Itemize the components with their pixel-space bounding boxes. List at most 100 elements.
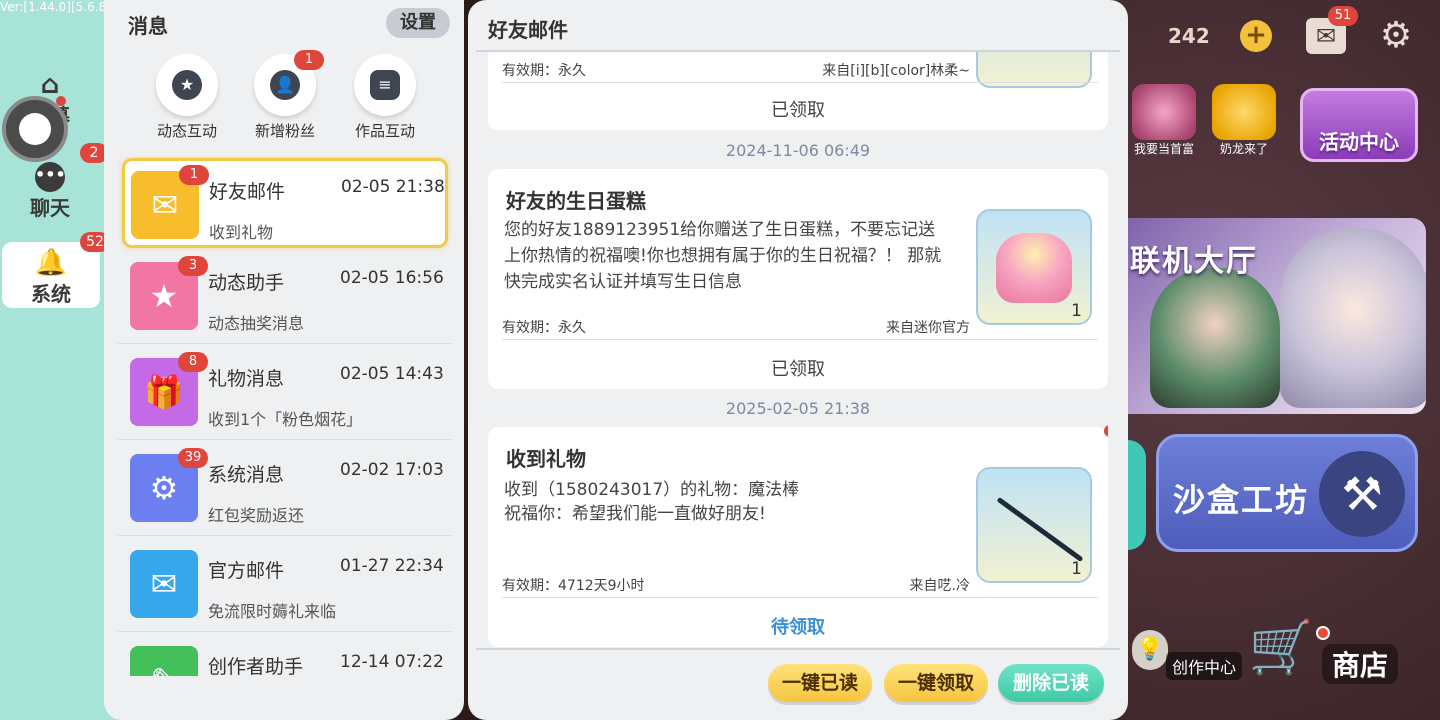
multiplayer-lobby-banner[interactable]: 联机大厅 bbox=[1110, 218, 1426, 414]
claim-all-button[interactable]: 一键领取 bbox=[884, 664, 988, 702]
message-list[interactable]: ✉ 1 好友邮件 02-05 21:38 收到礼物 ★ 3 动态助手 02-05… bbox=[118, 156, 452, 676]
card-from: 来自[i][b][color]林柔~ bbox=[822, 63, 970, 79]
quick-label: 动态互动 bbox=[156, 122, 217, 140]
quick-works-interaction[interactable]: ≡ 作品互动 bbox=[340, 54, 430, 141]
creator-center-label: 创作中心 bbox=[1166, 652, 1242, 680]
shop-label: 商店 bbox=[1322, 644, 1399, 684]
quick-label: 作品互动 bbox=[354, 122, 415, 140]
row-sub: 动态抽奖消息 bbox=[208, 314, 305, 333]
message-row-dynamic-helper[interactable]: ★ 3 动态助手 02-05 16:56 动态抽奖消息 bbox=[118, 248, 452, 344]
shop-button[interactable]: 🛒 商店 bbox=[1246, 610, 1412, 690]
creator-center-button[interactable]: 💡 创作中心 bbox=[1132, 630, 1242, 696]
message-row-gift[interactable]: 🎁 8 礼物消息 02-05 14:43 收到1个「粉色烟花」 bbox=[118, 344, 452, 440]
row-name: 系统消息 bbox=[208, 464, 285, 486]
shop-notification-dot bbox=[1316, 626, 1330, 640]
card-line1: 收到（1580243017）的礼物：魔法棒 bbox=[504, 480, 800, 500]
nav-chat[interactable]: ••• 聊天 bbox=[0, 162, 100, 221]
settings-button[interactable]: 设置 bbox=[386, 8, 450, 38]
claim-status[interactable]: 已领取 bbox=[488, 96, 1108, 122]
nav-system[interactable]: 🔔 系统 bbox=[2, 242, 100, 308]
cart-icon: 🛒 bbox=[1248, 618, 1314, 678]
quick-new-fans[interactable]: 👤 1 新增粉丝 bbox=[240, 50, 330, 141]
bell-icon: 🔔 bbox=[34, 248, 68, 278]
row-badge: 1 bbox=[179, 165, 209, 185]
activity-dragon-image bbox=[1212, 84, 1276, 140]
claim-button[interactable]: 待领取 bbox=[488, 613, 1108, 639]
friend-mail-panel: 好友邮件 有效期：永久 来自[i][b][color]林柔~ 已领取 2024-… bbox=[468, 0, 1128, 720]
activity-dragon[interactable]: 奶龙来了 bbox=[1212, 84, 1276, 157]
bulb-icon: 💡 bbox=[1132, 630, 1168, 670]
new-fans-badge: 1 bbox=[294, 50, 324, 70]
card-text: 您的好友1889123951给你赠送了生日蛋糕，不要忘记送上你热情的祝福噢!你也… bbox=[504, 220, 942, 292]
delete-read-button[interactable]: 删除已读 bbox=[998, 664, 1104, 702]
quick-dynamic-interaction[interactable]: ★ 动态互动 bbox=[142, 54, 232, 141]
message-row-friend-mail[interactable]: ✉ 1 好友邮件 02-05 21:38 收到礼物 bbox=[122, 158, 448, 248]
mail-card-birthday: 好友的生日蛋糕 您的好友1889123951给你赠送了生日蛋糕，不要忘记送上你热… bbox=[488, 169, 1108, 389]
row-time: 02-05 16:56 bbox=[340, 268, 444, 288]
messages-title: 消息 bbox=[128, 14, 168, 38]
divider bbox=[502, 339, 1098, 340]
card-from: 来自迷你官方 bbox=[886, 320, 970, 336]
hammer-icon: ⚒ bbox=[1319, 451, 1405, 537]
row-name: 礼物消息 bbox=[208, 368, 285, 390]
lobby-character-left bbox=[1150, 268, 1280, 408]
home-icon: ⌂ bbox=[40, 70, 60, 100]
card-title: 收到礼物 bbox=[506, 447, 586, 471]
list-icon: ≡ bbox=[370, 70, 400, 100]
row-name: 动态助手 bbox=[208, 272, 285, 294]
add-coins-button[interactable]: + bbox=[1240, 20, 1272, 52]
mailbox-badge: 51 bbox=[1328, 6, 1358, 26]
floating-assist-ball[interactable] bbox=[2, 96, 68, 162]
nav-chat-label: 聊天 bbox=[30, 196, 70, 220]
activity-rich-image bbox=[1132, 84, 1196, 140]
quick-label: 新增粉丝 bbox=[254, 122, 315, 140]
divider bbox=[502, 597, 1098, 598]
gift-qty: 1 bbox=[1071, 559, 1082, 579]
card-title: 好友的生日蛋糕 bbox=[506, 189, 646, 213]
row-badge: 8 bbox=[178, 352, 208, 372]
nav-system-label: 系统 bbox=[31, 282, 71, 306]
divider bbox=[476, 648, 1120, 650]
row-sub: 收到礼物 bbox=[209, 223, 274, 242]
activity-center-button[interactable]: 活动中心 bbox=[1300, 88, 1418, 162]
claim-status[interactable]: 已领取 bbox=[488, 355, 1108, 381]
card-validity: 有效期：4712天9小时 bbox=[502, 578, 645, 594]
row-name: 好友邮件 bbox=[209, 181, 286, 203]
card-from: 来自呓.冷 bbox=[909, 578, 970, 594]
read-all-button[interactable]: 一键已读 bbox=[768, 664, 872, 702]
mail-card-gift: 收到礼物 收到（1580243017）的礼物：魔法棒 祝福你：希望我们能一直做好… bbox=[488, 425, 1108, 647]
chat-bubble-icon: ••• bbox=[35, 162, 66, 192]
row-time: 01-27 22:34 bbox=[340, 556, 444, 576]
mail-card-top: 有效期：永久 来自[i][b][color]林柔~ 已领取 bbox=[488, 52, 1108, 130]
envelope-icon: ✉ bbox=[130, 550, 198, 618]
row-sub: 红包奖励返还 bbox=[208, 506, 305, 525]
row-time: 12-14 07:22 bbox=[340, 652, 444, 672]
row-name: 官方邮件 bbox=[208, 560, 285, 582]
row-time: 02-02 17:03 bbox=[340, 460, 444, 480]
sandbox-label: 沙盒工坊 bbox=[1173, 481, 1310, 519]
card-validity: 有效期：永久 bbox=[502, 63, 586, 79]
settings-gear-icon[interactable]: ⚙ bbox=[1376, 16, 1416, 56]
activity-rich-label: 我要当首富 bbox=[1133, 142, 1194, 156]
row-badge: 3 bbox=[178, 256, 208, 276]
row-sub: 免流限时薅礼来临 bbox=[208, 602, 337, 621]
message-row-official-mail[interactable]: ✉ 官方邮件 01-27 22:34 免流限时薅礼来临 bbox=[118, 536, 452, 632]
row-name: 创作者助手 bbox=[208, 656, 304, 676]
row-badge: 39 bbox=[178, 448, 208, 468]
activity-rich[interactable]: 我要当首富 bbox=[1132, 84, 1196, 157]
lobby-title: 联机大厅 bbox=[1130, 244, 1258, 279]
date-stamp: 2025-02-05 21:38 bbox=[725, 399, 871, 418]
star-icon: ★ bbox=[172, 70, 202, 100]
wand-gift-thumbnail: 1 bbox=[976, 467, 1092, 583]
lobby-character-right bbox=[1280, 228, 1426, 408]
row-sub: 收到1个「粉色烟花」 bbox=[208, 410, 363, 429]
mail-scroll-area[interactable]: 有效期：永久 来自[i][b][color]林柔~ 已领取 2024-11-06… bbox=[488, 52, 1108, 648]
message-row-creator-helper[interactable]: ✎ 创作者助手 12-14 07:22 bbox=[118, 632, 452, 676]
divider bbox=[502, 82, 1098, 83]
date-stamp: 2024-11-06 06:49 bbox=[725, 141, 871, 160]
gift-qty: 1 bbox=[1071, 301, 1082, 321]
message-row-system[interactable]: ⚙ 39 系统消息 02-02 17:03 红包奖励返还 bbox=[118, 440, 452, 536]
sandbox-workshop-button[interactable]: 沙盒工坊 ⚒ bbox=[1156, 434, 1418, 552]
messages-panel: 消息 设置 ★ 动态互动 👤 1 新增粉丝 ≡ 作品互动 ✉ 1 好友邮件 02… bbox=[104, 0, 464, 720]
unread-dot bbox=[1104, 425, 1108, 437]
